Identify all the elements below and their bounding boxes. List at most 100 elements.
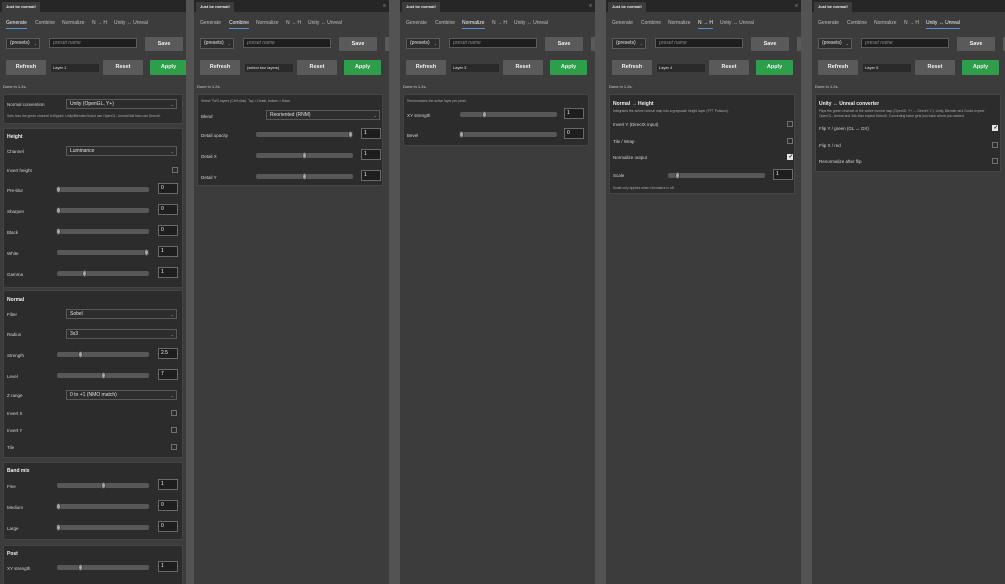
tab-unity-unreal[interactable]: Unity ↔ Unreal [308,20,342,28]
tab-combine[interactable]: Combine [847,20,867,28]
tab-normalize[interactable]: Normalize [256,20,279,28]
hamburger-icon[interactable]: ≡ [589,3,592,9]
black-input[interactable]: 0 [158,225,178,236]
refresh-button[interactable]: Refresh [612,60,652,75]
xy-strength-slider-thumb[interactable] [77,564,83,571]
bevel-input[interactable]: 0 [564,128,584,139]
tab-n-to-h[interactable]: N → H [904,20,919,28]
flip-x-red-checkbox[interactable] [992,141,998,148]
apply-button[interactable]: Apply [150,60,186,75]
flip-y-green-gl-dx-checkbox[interactable] [992,125,998,131]
tab-n-to-h[interactable]: N → H [92,20,107,28]
xy-strength-input[interactable]: 1 [564,108,584,119]
tab-normalize[interactable]: Normalize [668,20,691,28]
apply-button[interactable]: Apply [550,60,587,75]
channel-dropdown[interactable]: Luminance ⌄ [66,146,177,156]
convention-dropdown[interactable]: Unity (OpenGL, Y+) ⌄ [66,99,177,109]
hamburger-icon[interactable]: ≡ [383,3,386,9]
hamburger-icon[interactable]: ≡ [795,3,798,9]
apply-button[interactable]: Apply [344,60,381,75]
radius-dropdown[interactable]: 3x3 ⌄ [66,329,177,339]
scale-slider[interactable] [668,172,765,179]
tab-n-to-h[interactable]: N → H [698,20,713,29]
gamma-input[interactable]: 1 [158,267,178,278]
strength-input[interactable]: 2.5 [158,348,178,359]
fine-slider[interactable] [57,482,149,489]
detail-opacity-input[interactable]: 1 [361,128,381,139]
blend-dropdown[interactable]: Reoriented (RNM) ⌄ [266,110,380,120]
refresh-button[interactable]: Refresh [406,60,446,75]
refresh-button[interactable]: Refresh [6,60,46,75]
sharpen-slider-thumb[interactable] [56,207,62,214]
presets-dropdown[interactable]: (presets) ⌄ [200,38,234,49]
scale-slider-thumb[interactable] [675,172,681,179]
detail-y-slider-thumb[interactable] [302,173,307,180]
preset-name-input[interactable]: preset name [861,38,949,48]
tab-unity-unreal[interactable]: Unity ↔ Unreal [114,20,148,28]
tab-n-to-h[interactable]: N → H [492,20,507,28]
normalize-output-checkbox[interactable] [787,154,793,160]
save-button[interactable]: Save [957,37,995,51]
white-slider[interactable] [57,249,149,256]
refresh-button[interactable]: Refresh [200,60,240,75]
reset-button[interactable]: Reset [915,60,955,75]
tab-generate[interactable]: Generate [818,20,839,28]
invert-height-checkbox[interactable] [172,167,178,173]
tile-wrap-checkbox[interactable] [787,137,793,144]
level-slider-thumb[interactable] [100,372,106,379]
presets-dropdown[interactable]: (presets) ⌄ [818,38,852,49]
xy-strength-slider-thumb[interactable] [481,111,487,118]
save-button[interactable]: Save [339,37,377,51]
reset-button[interactable]: Reset [709,60,749,75]
gamma-slider-thumb[interactable] [82,270,88,277]
xy-strength-input[interactable]: 1 [158,561,178,572]
pre-blur-input[interactable]: 0 [158,183,178,194]
detail-opacity-slider-thumb[interactable] [347,131,353,138]
tab-unity-unreal[interactable]: Unity ↔ Unreal [720,20,754,28]
reset-button[interactable]: Reset [503,60,543,75]
reset-button[interactable]: Reset [103,60,143,75]
save-button[interactable]: Save [545,37,583,51]
xy-strength-slider[interactable] [57,564,149,571]
medium-input[interactable]: 0 [158,500,178,511]
tab-unity-unreal[interactable]: Unity ↔ Unreal [926,20,960,29]
large-slider[interactable] [56,524,149,531]
detail-opacity-slider[interactable] [256,131,353,138]
xy-strength-slider[interactable] [460,111,557,118]
apply-button[interactable]: Apply [962,60,999,75]
tab-normalize[interactable]: Normalize [462,20,485,29]
medium-slider-thumb[interactable] [56,503,62,510]
reset-button[interactable]: Reset [297,60,337,75]
tab-n-to-h[interactable]: N → H [286,20,301,28]
medium-slider[interactable] [56,503,149,510]
bevel-slider-thumb[interactable] [459,131,465,138]
zrange-dropdown[interactable]: 0 to +1 (NMO match) ⌄ [66,390,177,400]
save-button[interactable]: Save [751,37,789,51]
bevel-slider[interactable] [459,131,557,138]
detail-x-slider-thumb[interactable] [302,152,307,159]
tab-normalize[interactable]: Normalize [62,20,85,28]
black-slider[interactable] [56,228,149,235]
tab-generate[interactable]: Generate [612,20,633,28]
scale-input[interactable]: 1 [773,169,793,180]
tab-generate[interactable]: Generate [200,20,221,28]
apply-button[interactable]: Apply [756,60,793,75]
detail-x-input[interactable]: 1 [361,149,381,160]
tile-checkbox[interactable] [171,444,177,450]
invert-y-directx-input-checkbox[interactable] [787,121,793,127]
level-input[interactable]: 7 [158,369,178,380]
level-slider[interactable] [57,372,149,379]
pre-blur-slider[interactable] [56,186,149,193]
renormalize-after-flip-checkbox[interactable] [992,158,998,164]
tab-combine[interactable]: Combine [641,20,661,28]
black-slider-thumb[interactable] [56,228,62,235]
presets-dropdown[interactable]: (presets) ⌄ [406,38,440,49]
large-slider-thumb[interactable] [56,524,62,531]
fine-input[interactable]: 1 [158,479,178,490]
tab-generate[interactable]: Generate [406,20,427,28]
refresh-button[interactable]: Refresh [818,60,858,75]
save-button[interactable]: Save [145,37,183,51]
pre-blur-slider-thumb[interactable] [56,186,62,193]
white-slider-thumb[interactable] [143,249,149,256]
gamma-slider[interactable] [57,270,149,277]
